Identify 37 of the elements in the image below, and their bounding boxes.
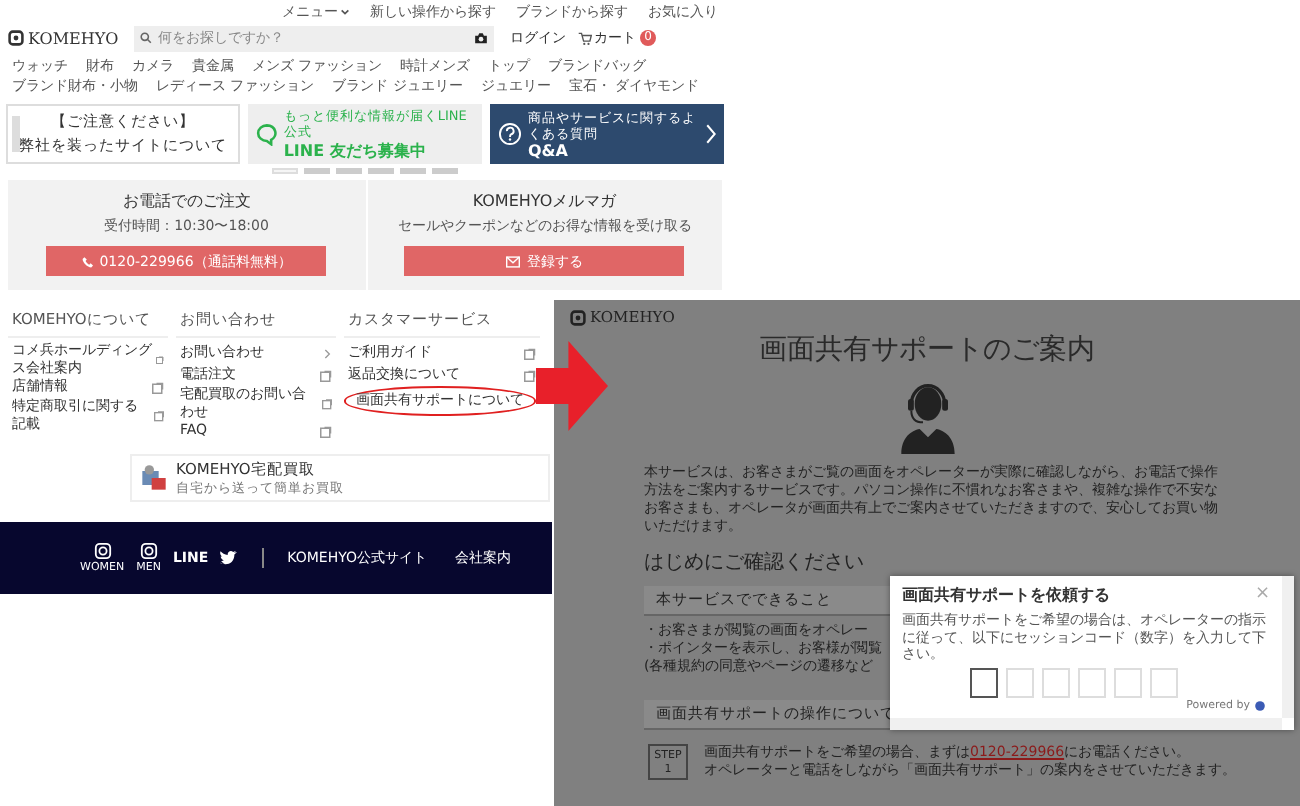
code-digit-field[interactable] — [970, 667, 998, 697]
speech-bubble-icon — [256, 122, 278, 146]
mail-icon — [506, 255, 521, 267]
chevron-right-icon — [324, 347, 332, 359]
callout-arrow — [536, 340, 608, 432]
vertical-scrollbar[interactable] — [1282, 576, 1294, 718]
section-heading: はじめにご確認ください — [644, 549, 864, 576]
contact-title: お電話でのご注文 — [122, 190, 251, 212]
instagram-icon[interactable] — [93, 542, 112, 560]
instagram-icon[interactable] — [139, 542, 158, 560]
chevron-right-icon — [706, 124, 716, 144]
banner-text: Q&A — [528, 141, 568, 159]
bird-icon[interactable] — [220, 550, 239, 566]
external-link-icon — [524, 347, 536, 359]
horizontal-scrollbar[interactable] — [890, 718, 1282, 730]
phone-icon — [81, 255, 94, 267]
logo-text[interactable]: KOMEHYO — [28, 29, 119, 47]
contact-title: KOMEHYOメルマガ — [472, 190, 617, 212]
dialog-title: 画面共有サポートを依頼する — [902, 584, 1110, 606]
external-link-icon — [524, 369, 536, 381]
external-link-icon — [153, 409, 164, 421]
caret-icon — [340, 7, 350, 15]
external-link-icon — [321, 397, 332, 409]
external-link-icon — [152, 381, 164, 393]
search-icon — [140, 32, 153, 44]
box-icon — [140, 464, 168, 492]
external-link-icon — [320, 425, 332, 437]
logo-icon — [570, 309, 586, 325]
brand-logo-icon — [1254, 699, 1266, 711]
question-circle-icon — [498, 122, 522, 146]
logo-icon — [8, 30, 24, 46]
external-link-icon — [320, 369, 332, 381]
external-link-icon — [156, 353, 164, 365]
camera-icon[interactable] — [474, 32, 489, 44]
banner-text: LINE 友だち募集中 — [283, 141, 426, 159]
page-title: 画面共有サポートのご案内 — [757, 332, 1097, 368]
cart-icon — [578, 31, 593, 45]
